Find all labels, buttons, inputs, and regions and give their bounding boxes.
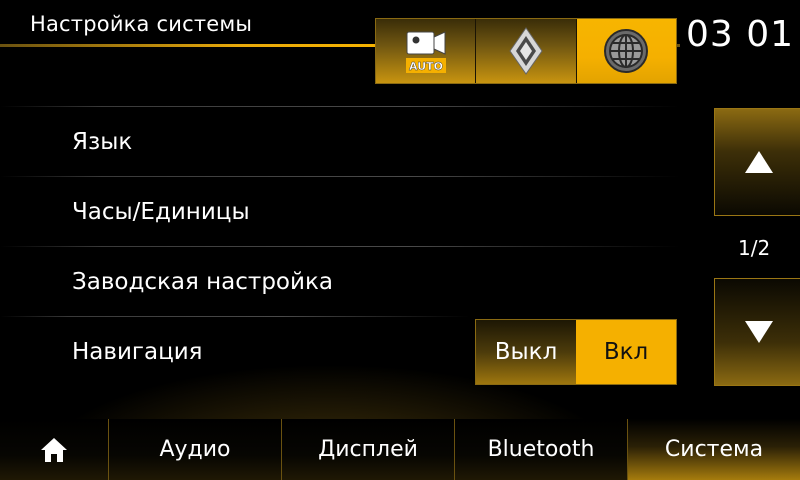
triangle-down-icon: [745, 321, 773, 343]
tab-audio[interactable]: Аудио: [109, 419, 282, 480]
separator: [0, 176, 680, 177]
camera-auto-tab[interactable]: AUTO: [376, 19, 477, 83]
menu-item-clock-units[interactable]: Часы/Единицы: [72, 199, 250, 225]
menu-item-factory-reset[interactable]: Заводская настройка: [72, 269, 333, 295]
navigation-on-button[interactable]: Вкл: [576, 320, 676, 384]
separator: [0, 316, 470, 317]
clock: 03 01: [686, 14, 795, 55]
tab-system[interactable]: Система: [628, 419, 800, 480]
svg-text:AUTO: AUTO: [409, 60, 443, 73]
tab-display[interactable]: Дисплей: [282, 419, 455, 480]
home-icon: [41, 437, 67, 462]
navigation-off-button[interactable]: Выкл: [476, 320, 576, 384]
separator: [0, 246, 680, 247]
triangle-up-icon: [745, 151, 773, 173]
page-indicator: 1/2: [738, 236, 771, 260]
tab-home[interactable]: [0, 419, 109, 480]
globe-icon: [604, 29, 649, 73]
scroll-up-button[interactable]: [714, 108, 800, 216]
separator: [0, 106, 680, 107]
renault-tab[interactable]: [476, 19, 577, 83]
page-title: Настройка системы: [30, 12, 253, 36]
renault-logo-icon: [509, 27, 543, 75]
navigation-toggle: Выкл Вкл: [475, 319, 677, 385]
globe-tab[interactable]: [576, 19, 676, 83]
menu-item-language[interactable]: Язык: [72, 129, 132, 155]
bottom-tab-bar: Аудио Дисплей Bluetooth Система: [0, 419, 800, 480]
system-settings-screen: Настройка системы AUTO 03 01 Язык Часы/Е…: [0, 0, 800, 480]
mode-tabs: AUTO: [375, 18, 677, 84]
camera-auto-icon: AUTO: [405, 31, 446, 73]
menu-item-navigation: Навигация: [72, 339, 203, 365]
tab-bluetooth[interactable]: Bluetooth: [455, 419, 628, 480]
scroll-down-button[interactable]: [714, 278, 800, 386]
